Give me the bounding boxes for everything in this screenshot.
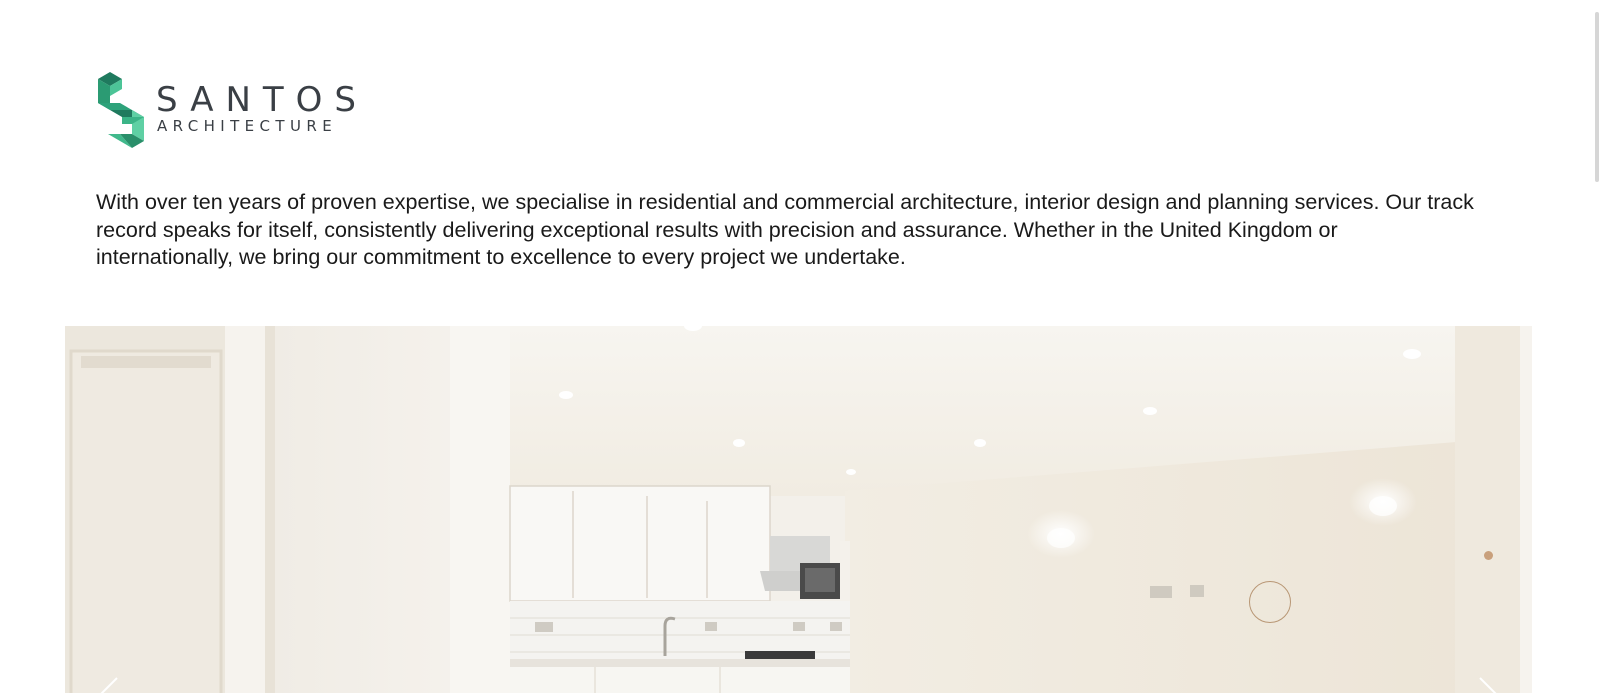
scrollbar-thumb[interactable] xyxy=(1595,12,1599,182)
kitchen-photo xyxy=(65,326,1532,693)
hero-slider[interactable] xyxy=(65,326,1532,693)
scrollbar[interactable] xyxy=(1594,0,1600,693)
logo-tagline: ARCHITECTURE xyxy=(157,117,338,135)
chevron-left-icon[interactable] xyxy=(89,676,129,693)
page: SANTOS ARCHITECTURE With over ten years … xyxy=(0,0,1600,693)
site-logo[interactable]: SANTOS ARCHITECTURE xyxy=(98,72,358,148)
logo-mark-icon xyxy=(98,72,144,148)
intro-paragraph: With over ten years of proven expertise,… xyxy=(96,190,1474,269)
chevron-right-icon[interactable] xyxy=(1468,676,1508,693)
logo-wordmark: SANTOS xyxy=(156,80,369,120)
slide-indicator-dot[interactable] xyxy=(1484,551,1493,560)
cursor-ring xyxy=(1249,581,1291,623)
